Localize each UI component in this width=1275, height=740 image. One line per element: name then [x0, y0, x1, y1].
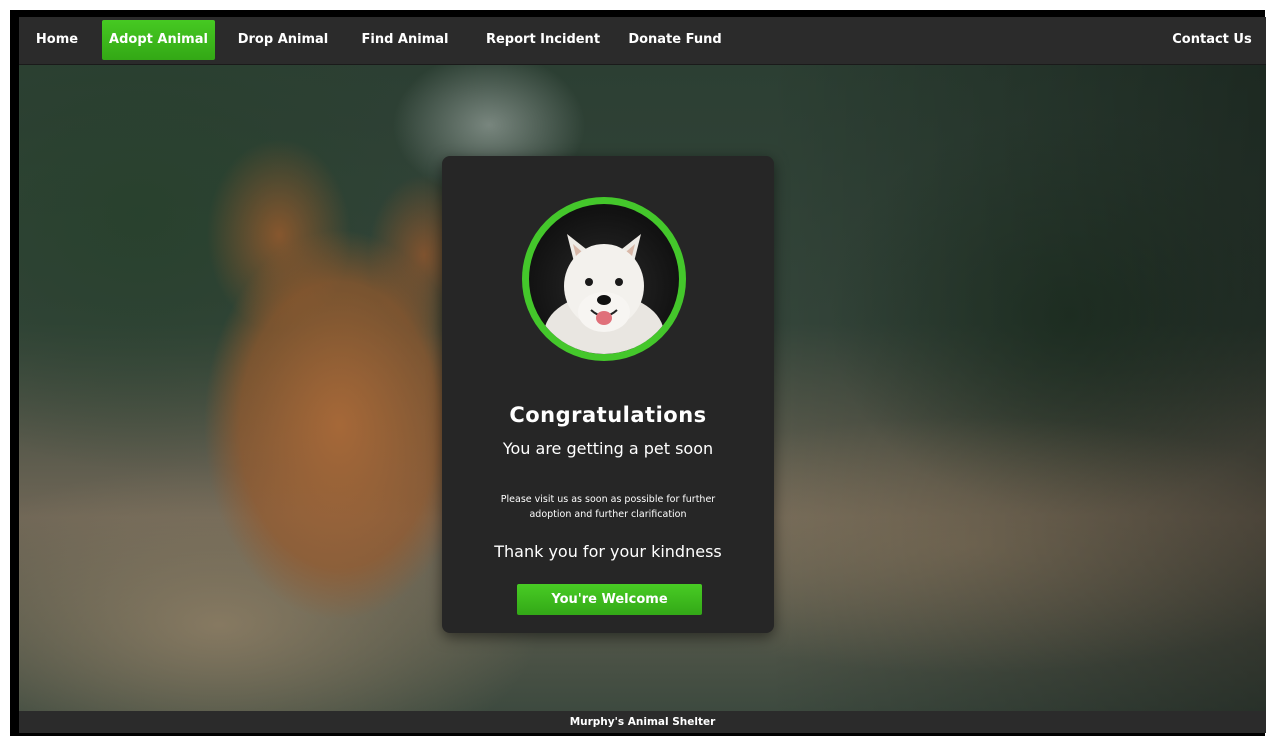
nav-item-find-animal[interactable]: Find Animal [355, 20, 455, 60]
card-subtitle: You are getting a pet soon [502, 439, 714, 458]
card-note: Please visit us as soon as possible for … [500, 494, 716, 520]
nav-item-report-incident[interactable]: Report Incident [479, 20, 607, 60]
nav-item-donate-fund[interactable]: Donate Fund [625, 20, 725, 60]
congratulations-heading: Congratulations [509, 403, 707, 427]
white-dog-icon [544, 234, 664, 354]
pet-avatar-image [522, 197, 686, 361]
top-navbar: Home Adopt Animal Drop Animal Find Anima… [19, 17, 1266, 65]
footer: Murphy's Animal Shelter [19, 711, 1266, 733]
nav-item-adopt-animal[interactable]: Adopt Animal [102, 20, 215, 60]
adoption-confirmation-card: Congratulations You are getting a pet so… [442, 156, 774, 633]
nav-item-home[interactable]: Home [28, 20, 86, 60]
hero-background-image: Congratulations You are getting a pet so… [19, 65, 1266, 711]
card-thanks: Thank you for your kindness [494, 542, 722, 561]
youre-welcome-button[interactable]: You're Welcome [517, 584, 702, 615]
app: Home Adopt Animal Drop Animal Find Anima… [19, 17, 1266, 733]
nav-item-contact-us[interactable]: Contact Us [1167, 20, 1257, 60]
nav-item-drop-animal[interactable]: Drop Animal [231, 20, 335, 60]
